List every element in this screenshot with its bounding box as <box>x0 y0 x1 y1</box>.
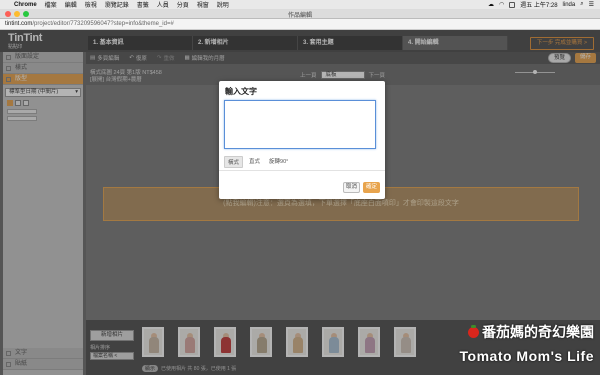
dialog-title: 輸入文字 <box>225 87 257 96</box>
watermark: 番茄媽的奇幻樂園 Tomato Mom's Life <box>460 322 594 364</box>
watermark-line2: Tomato Mom's Life <box>459 348 594 364</box>
menubar-app-name[interactable]: Chrome <box>14 2 37 8</box>
wifi-icon[interactable]: ◠ <box>499 1 504 8</box>
clock[interactable]: 週五 上午7:28 <box>520 0 557 9</box>
address-bar[interactable]: tintint.com/project/editor/773209596047?… <box>0 19 600 30</box>
menubar-item-view[interactable]: 檢視 <box>85 0 97 9</box>
menubar-item-edit[interactable]: 編輯 <box>65 0 77 9</box>
dialog-divider <box>219 170 385 171</box>
url-host: tintint.com <box>5 21 33 27</box>
text-direction-tabs: 橫式 直式 旋轉90° <box>224 156 291 168</box>
tab-rotate-90[interactable]: 旋轉90° <box>266 156 291 168</box>
tab-vertical[interactable]: 直式 <box>246 156 263 168</box>
window-titlebar: 作品編輯 <box>0 9 600 19</box>
menubar-item-people[interactable]: 人員 <box>157 0 169 9</box>
dialog-buttons: 取消 確定 <box>343 182 380 193</box>
tomato-icon <box>468 324 479 338</box>
macos-menubar: Chrome 檔案 編輯 檢視 瀏覽記錄 書籤 人員 分頁 視窗 說明 ☁ ◠ … <box>0 0 600 9</box>
display-icon[interactable] <box>509 1 516 8</box>
menubar-item-bookmarks[interactable]: 書籤 <box>137 0 149 9</box>
confirm-button[interactable]: 確定 <box>363 182 380 193</box>
cancel-button[interactable]: 取消 <box>343 182 360 193</box>
cloud-icon[interactable]: ☁ <box>488 1 494 8</box>
menu-list-icon[interactable]: ☰ <box>589 1 594 8</box>
watermark-text-cn: 番茄媽的奇幻樂園 <box>482 324 594 340</box>
watermark-line1: 番茄媽的奇幻樂園 <box>460 322 594 342</box>
tab-horizontal[interactable]: 橫式 <box>224 156 244 168</box>
menubar-item-tabs[interactable]: 分頁 <box>177 0 189 9</box>
text-input-area[interactable] <box>224 100 376 149</box>
window-title: 作品編輯 <box>287 13 312 19</box>
menubar-status-area: ☁ ◠ 週五 上午7:28 linda ⌕ ☰ <box>488 0 600 9</box>
url-path: /project/editor/773209596047?step=info&t… <box>32 21 174 27</box>
menubar-item-help[interactable]: 說明 <box>217 0 229 9</box>
menubar-item-file[interactable]: 檔案 <box>45 0 57 9</box>
user-name[interactable]: linda <box>563 2 576 8</box>
search-icon[interactable]: ⌕ <box>580 1 583 8</box>
menubar-item-history[interactable]: 瀏覽記錄 <box>105 0 129 9</box>
menubar-item-window[interactable]: 視窗 <box>197 0 209 9</box>
input-text-dialog: 輸入文字 橫式 直式 旋轉90° 取消 確定 <box>219 81 385 199</box>
